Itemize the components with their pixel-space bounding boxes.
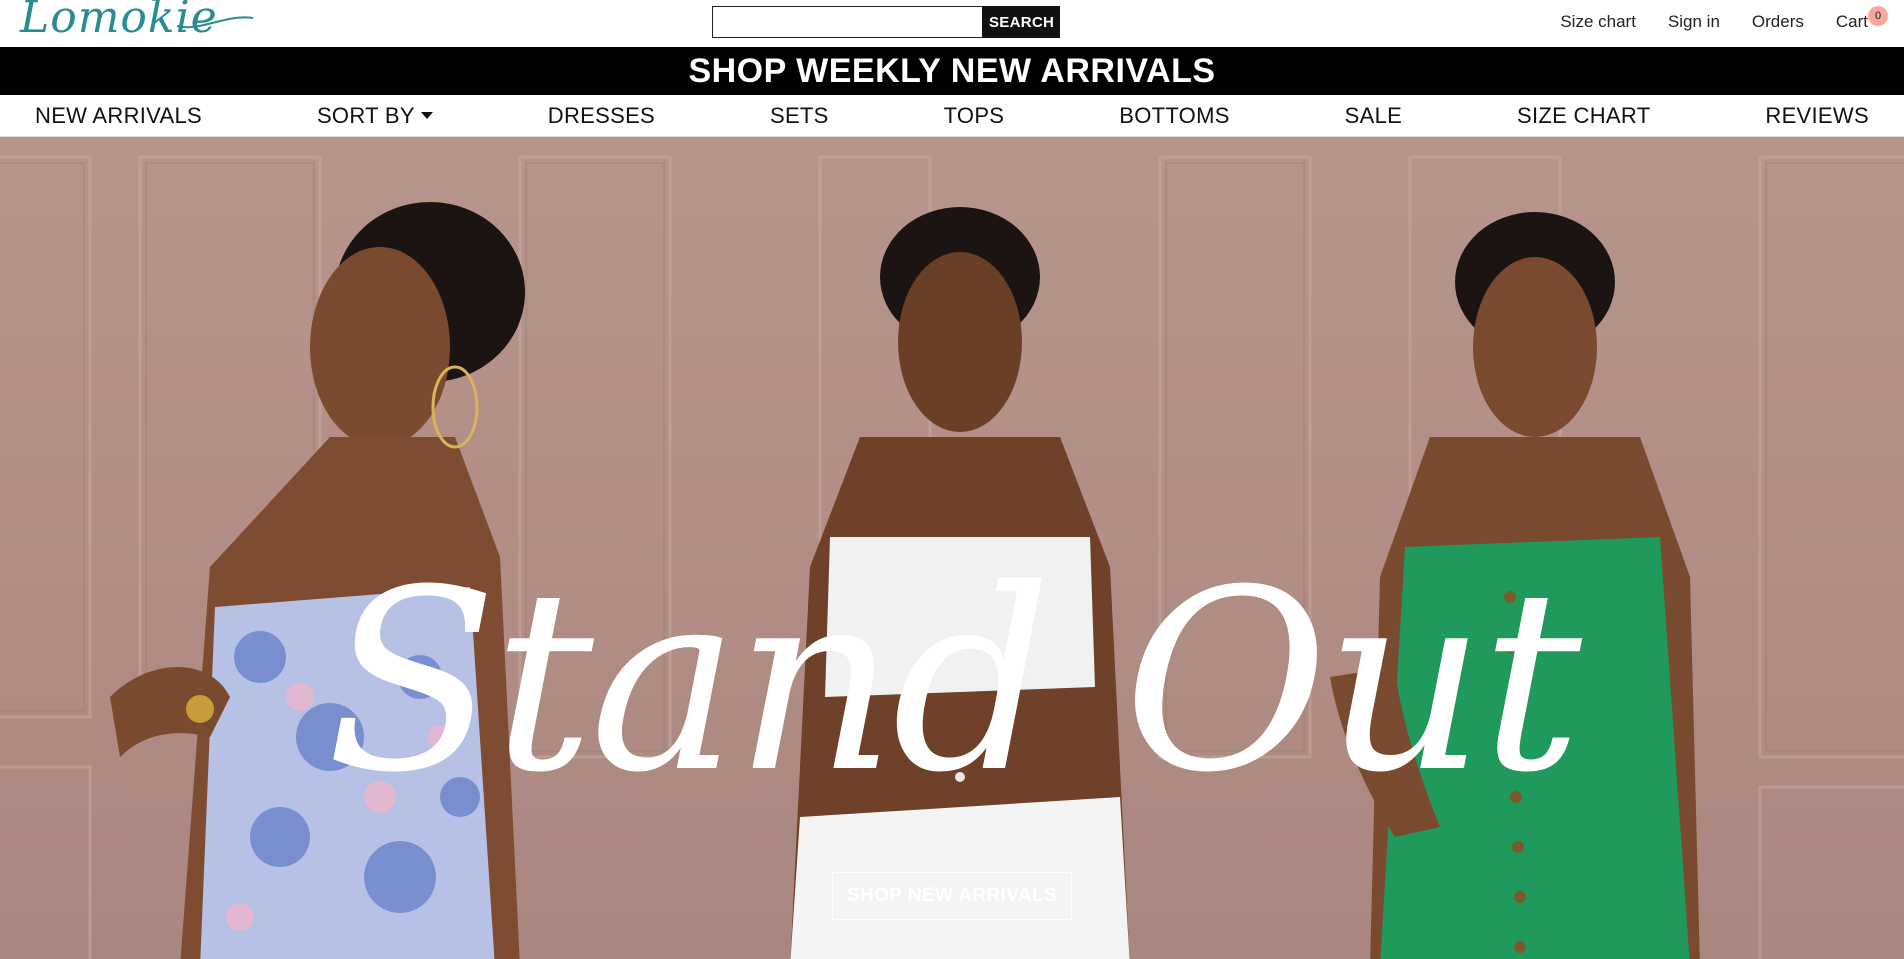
nav-item-label: SETS: [769, 102, 829, 128]
promo-banner[interactable]: SHOP WEEKLY NEW ARRIVALS: [0, 47, 1904, 95]
search-button[interactable]: SEARCH: [982, 6, 1060, 38]
hero-title: Stand Out: [326, 536, 1582, 827]
nav-item-new-arrivals[interactable]: NEW ARRIVALS: [35, 103, 202, 129]
sign-in-link[interactable]: Sign in: [1668, 12, 1720, 32]
category-nav: NEW ARRIVALS SORT BY DRESSES SETS TOPS B…: [0, 95, 1904, 137]
search-bar: SEARCH: [712, 6, 1060, 38]
nav-item-label: SIZE CHART: [1517, 102, 1651, 128]
site-header: Lomokie SEARCH Size chart Sign in Orders…: [0, 0, 1904, 47]
nav-item-label: DRESSES: [547, 102, 656, 128]
cart-link[interactable]: Cart 0: [1835, 6, 1888, 32]
promo-banner-text: SHOP WEEKLY NEW ARRIVALS: [688, 51, 1216, 90]
nav-item-bottoms[interactable]: BOTTOMS: [1119, 103, 1229, 129]
hero-banner[interactable]: Stand Out: [0, 137, 1904, 959]
nav-item-sets[interactable]: SETS: [770, 103, 829, 129]
nav-item-label: REVIEWS: [1765, 102, 1869, 128]
search-input[interactable]: [712, 6, 982, 38]
shop-new-arrivals-button[interactable]: SHOP NEW ARRIVALS: [832, 872, 1072, 920]
nav-item-tops[interactable]: TOPS: [944, 103, 1005, 129]
nav-item-dresses[interactable]: DRESSES: [548, 103, 655, 129]
nav-item-sale[interactable]: SALE: [1345, 103, 1402, 129]
nav-item-label: SALE: [1344, 102, 1403, 128]
cart-count-badge: 0: [1868, 6, 1888, 26]
cart-label: Cart: [1835, 12, 1868, 31]
account-links: Size chart Sign in Orders Cart 0: [1560, 6, 1888, 32]
caret-down-icon: [420, 112, 433, 119]
nav-item-label: TOPS: [943, 102, 1005, 128]
orders-link[interactable]: Orders: [1752, 12, 1804, 32]
nav-item-sort-by[interactable]: SORT BY: [317, 103, 433, 129]
size-chart-link[interactable]: Size chart: [1560, 12, 1636, 32]
nav-item-label: BOTTOMS: [1119, 102, 1230, 128]
nav-item-label: NEW ARRIVALS: [35, 102, 203, 128]
nav-item-size-chart[interactable]: SIZE CHART: [1517, 103, 1650, 129]
nav-item-label: SORT BY: [316, 102, 415, 128]
nav-item-reviews[interactable]: REVIEWS: [1765, 103, 1869, 129]
logo-swash-icon: [176, 16, 254, 29]
